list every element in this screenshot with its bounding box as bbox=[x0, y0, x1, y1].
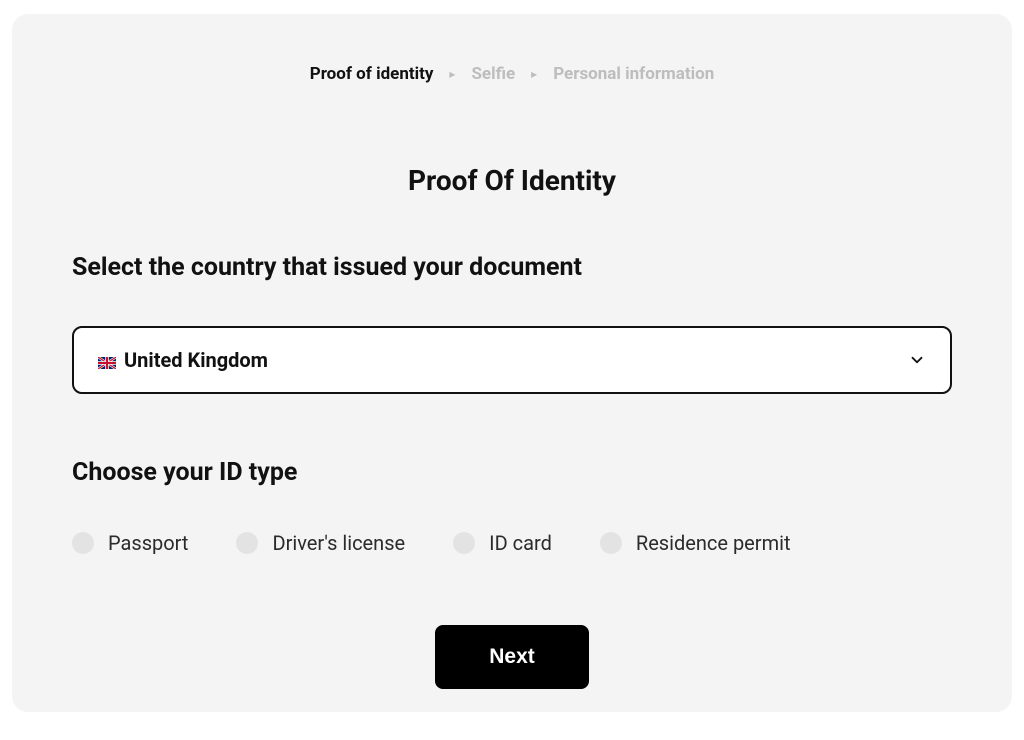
next-button[interactable]: Next bbox=[435, 625, 589, 689]
form-container: Proof of identity ▸ Selfie ▸ Personal in… bbox=[12, 14, 1012, 712]
radio-icon bbox=[72, 532, 94, 554]
country-selected-name: United Kingdom bbox=[124, 348, 268, 372]
id-type-options: Passport Driver's license ID card Reside… bbox=[72, 531, 952, 555]
radio-icon bbox=[236, 532, 258, 554]
breadcrumb-step-selfie: Selfie bbox=[471, 64, 515, 84]
country-select-value: United Kingdom bbox=[98, 348, 268, 372]
chevron-down-icon bbox=[908, 351, 926, 369]
radio-icon bbox=[600, 532, 622, 554]
breadcrumb: Proof of identity ▸ Selfie ▸ Personal in… bbox=[72, 64, 952, 84]
radio-label: Passport bbox=[108, 531, 188, 555]
chevron-right-icon: ▸ bbox=[531, 67, 537, 81]
country-section: Select the country that issued your docu… bbox=[72, 253, 952, 394]
id-type-option-id-card[interactable]: ID card bbox=[453, 531, 552, 555]
id-type-option-passport[interactable]: Passport bbox=[72, 531, 188, 555]
radio-icon bbox=[453, 532, 475, 554]
radio-label: Driver's license bbox=[272, 531, 405, 555]
radio-label: Residence permit bbox=[636, 531, 791, 555]
breadcrumb-step-personal: Personal information bbox=[553, 64, 714, 84]
breadcrumb-step-identity: Proof of identity bbox=[310, 64, 434, 84]
id-type-option-drivers-license[interactable]: Driver's license bbox=[236, 531, 405, 555]
page-title: Proof Of Identity bbox=[72, 164, 952, 197]
id-type-section-label: Choose your ID type bbox=[72, 458, 952, 487]
id-type-section: Choose your ID type Passport Driver's li… bbox=[72, 458, 952, 555]
id-type-option-residence-permit[interactable]: Residence permit bbox=[600, 531, 791, 555]
country-select[interactable]: United Kingdom bbox=[72, 326, 952, 394]
uk-flag-icon bbox=[98, 354, 116, 366]
radio-label: ID card bbox=[489, 531, 552, 555]
chevron-right-icon: ▸ bbox=[449, 67, 455, 81]
country-section-label: Select the country that issued your docu… bbox=[72, 253, 952, 282]
